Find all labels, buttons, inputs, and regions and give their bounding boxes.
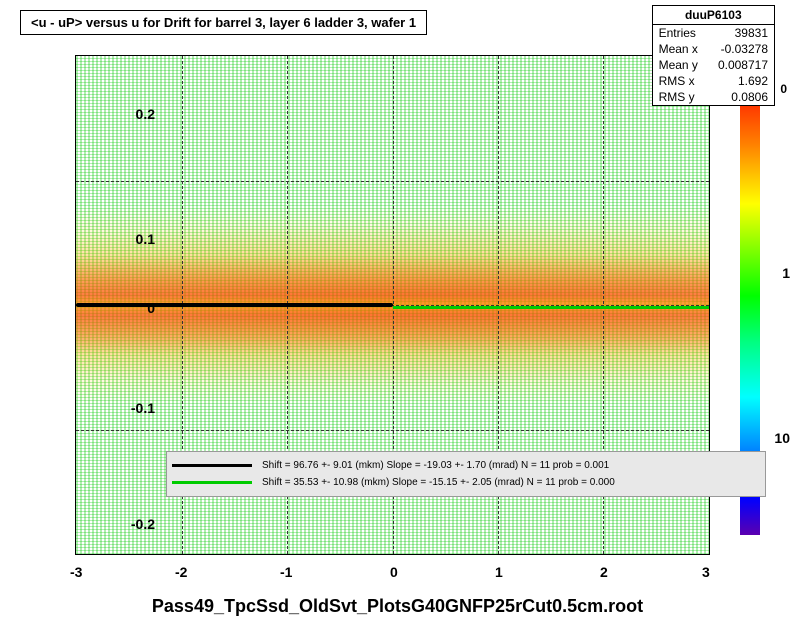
chart-title: <u - uP> versus u for Drift for barrel 3… [20,10,427,35]
legend-swatch-black [172,464,252,467]
colorbar-tick-10: 10 [774,430,790,446]
legend-row-1: Shift = 96.76 +- 9.01 (mkm) Slope = -19.… [172,457,760,474]
legend-text-2: Shift = 35.53 +- 10.98 (mkm) Slope = -15… [262,477,615,488]
stats-box: duuP6103 Entries 39831 Mean x -0.03278 M… [652,5,775,106]
stats-meanx-value: -0.03278 [721,42,768,56]
stats-entries-label: Entries [659,26,696,40]
grid-h [76,430,709,431]
legend-box: Shift = 96.76 +- 9.01 (mkm) Slope = -19.… [166,451,766,497]
x-tick: 2 [600,564,608,580]
stats-rmsy-row: RMS y 0.0806 [653,89,774,105]
plot-area: Shift = 96.76 +- 9.01 (mkm) Slope = -19.… [75,55,710,555]
legend-text-1: Shift = 96.76 +- 9.01 (mkm) Slope = -19.… [262,460,609,471]
stats-meanx-label: Mean x [659,42,698,56]
x-tick: 0 [390,564,398,580]
y-tick: -0.2 [105,516,155,532]
x-tick: -3 [70,564,82,580]
stats-meany-row: Mean y 0.008717 [653,57,774,73]
colorbar-extra: 0 [780,82,787,96]
legend-row-2: Shift = 35.53 +- 10.98 (mkm) Slope = -15… [172,474,760,491]
y-tick: 0.2 [105,106,155,122]
stats-meany-value: 0.008717 [718,58,768,72]
x-tick: -2 [175,564,187,580]
stats-rmsy-label: RMS y [659,90,695,104]
stats-entries-row: Entries 39831 [653,25,774,41]
stats-name: duuP6103 [653,6,774,25]
x-tick: -1 [280,564,292,580]
y-tick: 0 [105,300,155,316]
grid-h [76,181,709,182]
legend-swatch-green [172,481,252,484]
y-tick: 0.1 [105,231,155,247]
stats-meany-label: Mean y [659,58,698,72]
file-caption: Pass49_TpcSsd_OldSvt_PlotsG40GNFP25rCut0… [0,596,795,617]
stats-rmsx-value: 1.692 [738,74,768,88]
x-tick: 3 [702,564,710,580]
stats-rmsx-row: RMS x 1.692 [653,73,774,89]
stats-rmsx-label: RMS x [659,74,695,88]
y-tick: -0.1 [105,400,155,416]
x-tick: 1 [495,564,503,580]
colorbar-tick-1: 1 [782,265,790,281]
stats-rmsy-value: 0.0806 [731,90,768,104]
stats-meanx-row: Mean x -0.03278 [653,41,774,57]
fit-line-green [393,306,710,309]
stats-entries-value: 39831 [735,26,768,40]
